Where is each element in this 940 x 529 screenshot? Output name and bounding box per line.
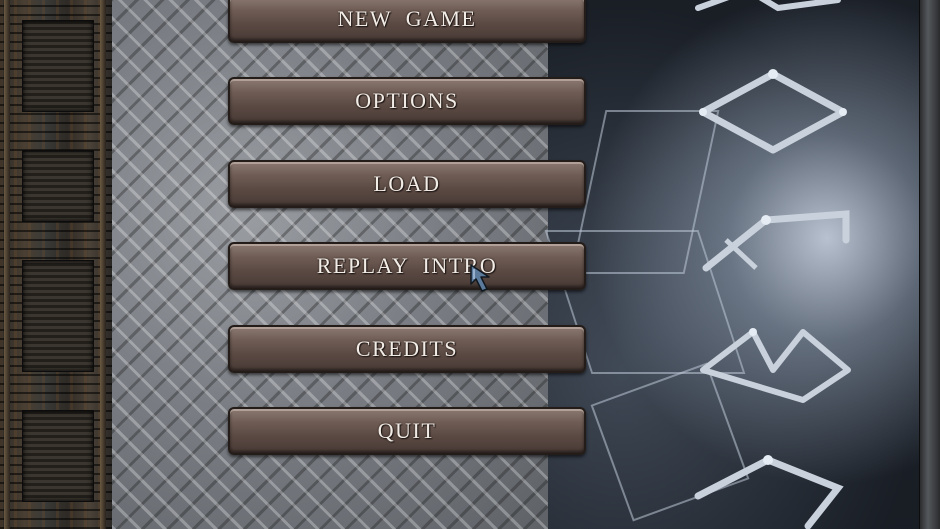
- machinery-panel: [22, 20, 94, 112]
- arrow-cursor-icon: [470, 264, 490, 292]
- machinery-panel: [22, 410, 94, 502]
- options-button[interactable]: OPTIONS: [228, 77, 586, 125]
- rune-glyph-icon: [699, 69, 847, 154]
- rune-glyph-icon: [702, 210, 850, 272]
- load-button[interactable]: LOAD: [228, 160, 586, 208]
- rune-glyph-icon: [695, 0, 841, 12]
- frozen-rune-panel: [544, 0, 920, 529]
- replay-intro-button[interactable]: REPLAY INTRO: [228, 242, 586, 290]
- rune-glyph-icon: [694, 455, 844, 529]
- machinery-rail: [4, 0, 10, 529]
- machinery-border-left: [0, 0, 114, 529]
- quit-button[interactable]: QUIT: [228, 407, 586, 455]
- new-game-label: NEW GAME: [337, 6, 477, 31]
- machinery-panel: [22, 150, 94, 222]
- game-main-menu: NEW GAME OPTIONS LOAD REPLAY INTRO CREDI…: [0, 0, 940, 529]
- rune-glyph-icon: [700, 328, 851, 403]
- credits-button[interactable]: CREDITS: [228, 325, 586, 373]
- options-label: OPTIONS: [355, 88, 459, 113]
- metal-border-right: [919, 0, 940, 529]
- credits-label: CREDITS: [355, 336, 459, 361]
- load-label: LOAD: [373, 171, 441, 196]
- new-game-button[interactable]: NEW GAME: [228, 0, 586, 43]
- quit-label: QUIT: [377, 418, 437, 443]
- machinery-rail: [100, 0, 106, 529]
- machinery-panel: [22, 260, 94, 372]
